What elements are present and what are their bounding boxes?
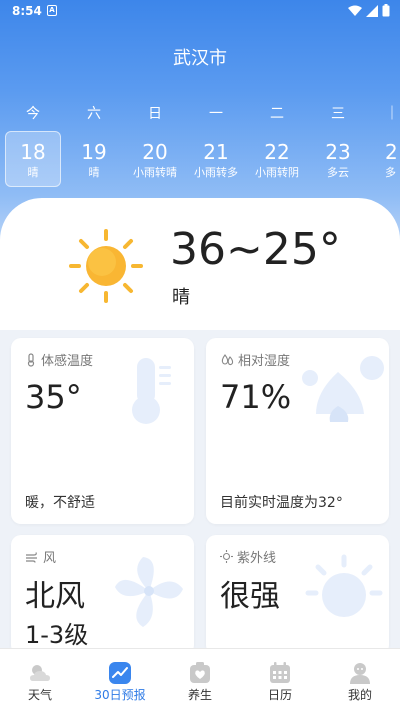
day-weekday: 二 bbox=[270, 106, 284, 122]
humidity-deco-icon bbox=[302, 356, 384, 422]
day-condition: 晴 bbox=[27, 166, 39, 179]
day-weekday: 一 bbox=[209, 106, 223, 122]
card-header: 相对湿度 bbox=[220, 350, 290, 369]
day-date: 20 bbox=[142, 140, 168, 164]
day-item-18[interactable]: 今 18 晴 bbox=[5, 100, 61, 188]
day-item-23[interactable]: 三 23 多云 bbox=[310, 100, 366, 188]
trend-chart-icon bbox=[109, 662, 131, 684]
nav-label: 我的 bbox=[347, 688, 372, 702]
nav-calendar[interactable]: 日历 bbox=[240, 649, 320, 712]
day-condition: 多 bbox=[385, 166, 396, 179]
day-selector: 今 18 晴 六 19 晴 日 20 小雨转晴 一 21 小雨转多 二 22 小… bbox=[0, 100, 400, 192]
fan-deco-icon bbox=[115, 557, 183, 627]
day-weekday: 三 bbox=[331, 106, 345, 122]
card-header: 风 bbox=[25, 547, 56, 566]
uv-card[interactable]: 紫外线 很强 bbox=[206, 535, 389, 655]
thermometer-deco-icon bbox=[132, 358, 171, 424]
nav-weather[interactable]: 天气 bbox=[0, 649, 80, 712]
day-date: 2 bbox=[385, 140, 398, 164]
day-date: 22 bbox=[264, 140, 290, 164]
sun-icon bbox=[69, 229, 143, 303]
day-date: 19 bbox=[81, 140, 107, 164]
nav-label: 30日预报 bbox=[94, 688, 146, 702]
day-date: 23 bbox=[325, 140, 351, 164]
humidity-value: 71% bbox=[220, 378, 292, 416]
uv-sun-icon bbox=[220, 550, 233, 563]
sim-badge-icon: A bbox=[47, 5, 57, 16]
feels-like-card[interactable]: 体感温度 35° 暖，不舒适 bbox=[11, 338, 194, 524]
wind-card[interactable]: 风 北风 1-3级 bbox=[11, 535, 194, 655]
humidity-note: 目前实时温度为32° bbox=[220, 495, 343, 511]
card-title: 体感温度 bbox=[41, 354, 94, 369]
nav-label: 天气 bbox=[27, 688, 52, 702]
card-title: 相对湿度 bbox=[238, 354, 291, 369]
day-condition: 小雨转多 bbox=[194, 166, 238, 179]
day-weekday: 日 bbox=[148, 106, 162, 122]
status-bar: 8:54 A bbox=[0, 0, 400, 24]
day-item-partial[interactable]: ｜ 2 多 bbox=[371, 100, 400, 188]
feels-like-note: 暖，不舒适 bbox=[25, 495, 95, 511]
status-time: 8:54 bbox=[12, 4, 42, 18]
wind-direction: 北风 bbox=[25, 579, 85, 614]
day-date: 21 bbox=[203, 140, 229, 164]
profile-icon bbox=[350, 663, 370, 684]
today-condition: 晴 bbox=[172, 287, 190, 308]
nav-label: 日历 bbox=[267, 688, 292, 702]
day-weekday: 六 bbox=[87, 106, 101, 122]
weather-icon bbox=[30, 665, 50, 681]
nav-30-day-forecast[interactable]: 30日预报 bbox=[80, 649, 160, 712]
day-weekday: 今 bbox=[26, 106, 40, 122]
wind-level: 1-3级 bbox=[25, 621, 89, 649]
day-condition: 小雨转晴 bbox=[133, 166, 177, 179]
day-item-19[interactable]: 六 19 晴 bbox=[66, 100, 122, 188]
signal-icon bbox=[366, 4, 378, 17]
status-icons bbox=[348, 4, 390, 17]
feels-like-value: 35° bbox=[25, 378, 82, 416]
sun-deco-icon bbox=[305, 554, 383, 617]
health-icon bbox=[190, 662, 210, 683]
bottom-nav: 天气 30日预报 养生 日历 我的 bbox=[0, 648, 400, 712]
day-item-22[interactable]: 二 22 小雨转阴 bbox=[249, 100, 305, 188]
uv-value: 很强 bbox=[220, 579, 280, 614]
battery-icon bbox=[382, 4, 390, 17]
card-header: 体感温度 bbox=[25, 350, 93, 369]
card-header: 紫外线 bbox=[220, 547, 276, 566]
nav-profile[interactable]: 我的 bbox=[320, 649, 400, 712]
humidity-card[interactable]: 相对湿度 71% 目前实时温度为32° bbox=[206, 338, 389, 524]
day-weekday: ｜ bbox=[385, 106, 399, 122]
day-item-20[interactable]: 日 20 小雨转晴 bbox=[127, 100, 183, 188]
day-date: 18 bbox=[20, 140, 46, 164]
day-item-21[interactable]: 一 21 小雨转多 bbox=[188, 100, 244, 188]
nav-label: 养生 bbox=[187, 688, 212, 702]
droplet-icon bbox=[221, 353, 234, 365]
city-title[interactable]: 武汉市 bbox=[0, 44, 400, 70]
today-temp-range: 36~25° bbox=[170, 224, 341, 275]
wind-icon bbox=[26, 551, 37, 563]
day-condition: 晴 bbox=[88, 166, 100, 179]
day-condition: 小雨转阴 bbox=[255, 166, 299, 179]
card-title: 风 bbox=[43, 551, 57, 566]
thermometer-icon bbox=[27, 352, 35, 367]
wifi-icon bbox=[348, 5, 362, 16]
nav-health[interactable]: 养生 bbox=[160, 649, 240, 712]
day-condition: 多云 bbox=[327, 166, 349, 179]
calendar-icon bbox=[270, 662, 290, 683]
card-title: 紫外线 bbox=[237, 551, 277, 566]
